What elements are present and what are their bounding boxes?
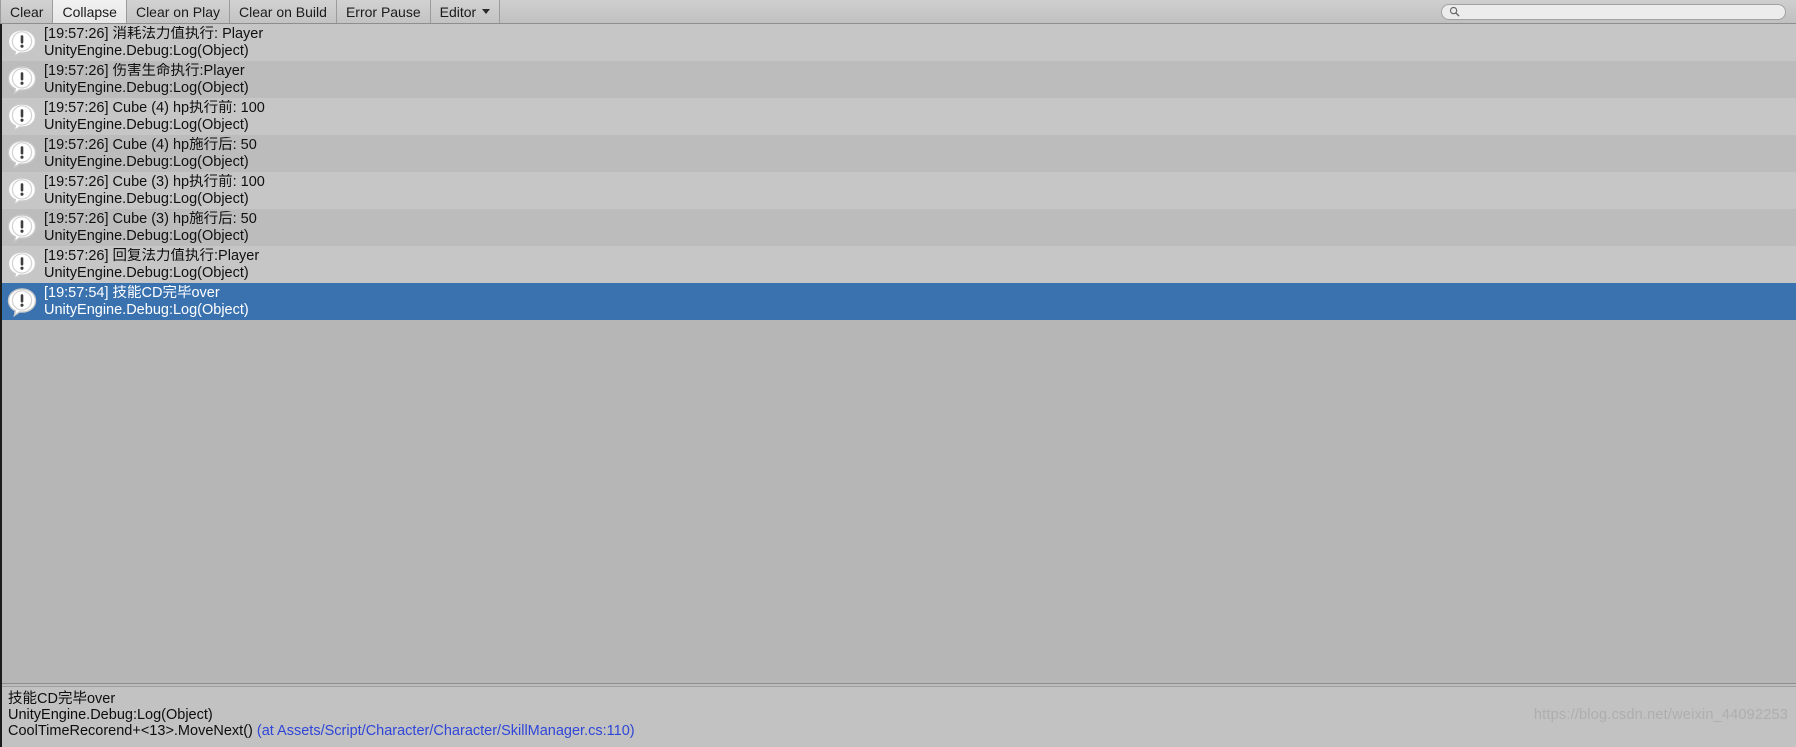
clear-on-build-toggle[interactable]: Clear on Build: [230, 0, 337, 23]
chevron-down-icon: [482, 9, 491, 14]
log-entry-stack: UnityEngine.Debug:Log(Object): [44, 79, 249, 96]
log-entry-row[interactable]: [19:57:26] 消耗法力值执行: Player UnityEngine.De…: [2, 24, 1796, 61]
clear-button-label: Clear: [10, 3, 44, 20]
log-entry-text: [19:57:26] Cube (3) hp施行后: 50 UnityEngine…: [44, 211, 1796, 245]
log-entry-row[interactable]: [19:57:26] Cube (4) hp执行前: 100 UnityEngin…: [2, 98, 1796, 135]
log-entry-stack: UnityEngine.Debug:Log(Object): [44, 190, 249, 207]
log-message-icon: [7, 139, 37, 169]
log-message-icon: [7, 250, 37, 280]
log-entry-text: [19:57:26] 回复法力值执行:Player UnityEngine.Deb…: [44, 248, 1796, 282]
editor-dropdown[interactable]: Editor: [430, 0, 501, 23]
collapse-toggle-label: Collapse: [62, 3, 117, 20]
log-entry-message: [19:57:26] Cube (4) hp施行后: 50: [44, 136, 257, 153]
log-entry-row[interactable]: [19:57:54] 技能CD完毕over UnityEngine.Debug:L…: [2, 283, 1796, 320]
clear-on-play-toggle-label: Clear on Play: [135, 3, 220, 20]
log-entry-text: [19:57:54] 技能CD完毕over UnityEngine.Debug:L…: [44, 285, 1796, 319]
error-pause-toggle[interactable]: Error Pause: [336, 0, 431, 23]
log-entry-row[interactable]: [19:57:26] Cube (4) hp施行后: 50 UnityEngine…: [2, 135, 1796, 172]
console-toolbar: Clear Collapse Clear on Play Clear on Bu…: [0, 0, 1796, 24]
log-entry-text: [19:57:26] Cube (3) hp执行前: 100 UnityEngin…: [44, 174, 1796, 208]
log-entry-stack: UnityEngine.Debug:Log(Object): [44, 153, 249, 170]
log-entry-message: [19:57:26] Cube (3) hp执行前: 100: [44, 173, 265, 190]
log-entry-message: [19:57:26] 消耗法力值执行: Player: [44, 25, 264, 42]
log-detail-pane[interactable]: 技能CD完毕over UnityEngine.Debug:Log(Object)…: [0, 687, 1796, 747]
error-pause-toggle-label: Error Pause: [345, 3, 421, 20]
log-entry-message: [19:57:26] Cube (4) hp执行前: 100: [44, 99, 265, 116]
detail-message-line: 技能CD完毕over: [8, 691, 116, 707]
log-message-icon: [7, 28, 37, 58]
log-entry-message: [19:57:54] 技能CD完毕over: [44, 284, 220, 301]
log-entry-row[interactable]: [19:57:26] 回复法力值执行:Player UnityEngine.Deb…: [2, 246, 1796, 283]
log-message-icon: [7, 287, 37, 317]
editor-dropdown-label: Editor: [439, 3, 477, 20]
log-entry-stack: UnityEngine.Debug:Log(Object): [44, 42, 249, 59]
log-message-icon: [7, 213, 37, 243]
log-entry-row[interactable]: [19:57:26] Cube (3) hp执行前: 100 UnityEngin…: [2, 172, 1796, 209]
detail-stack-trace-link[interactable]: (at Assets/Script/Character/Character/Sk…: [257, 723, 635, 739]
log-list-empty-area[interactable]: [0, 620, 1796, 683]
log-entry-message: [19:57:26] 伤害生命执行:Player: [44, 62, 245, 79]
log-entry-text: [19:57:26] Cube (4) hp执行前: 100 UnityEngin…: [44, 100, 1796, 134]
log-entry-stack: UnityEngine.Debug:Log(Object): [44, 227, 249, 244]
clear-button[interactable]: Clear: [0, 0, 54, 23]
clear-on-build-toggle-label: Clear on Build: [239, 3, 327, 20]
clear-on-play-toggle[interactable]: Clear on Play: [126, 0, 230, 23]
detail-stack-line: UnityEngine.Debug:Log(Object): [8, 707, 213, 723]
log-entry-list[interactable]: [19:57:26] 消耗法力值执行: Player UnityEngine.De…: [0, 24, 1796, 620]
log-entry-text: [19:57:26] 伤害生命执行:Player UnityEngine.Debu…: [44, 63, 1796, 97]
search-icon: [1449, 6, 1460, 17]
search-container: [1435, 0, 1796, 23]
log-entry-message: [19:57:26] Cube (3) hp施行后: 50: [44, 210, 257, 227]
log-entry-row[interactable]: [19:57:26] 伤害生命执行:Player UnityEngine.Debu…: [2, 61, 1796, 98]
log-message-icon: [7, 102, 37, 132]
detail-stack-trace-method: CoolTimeRecorend+<13>.MoveNext(): [8, 723, 257, 739]
log-entry-row[interactable]: [19:57:26] Cube (3) hp施行后: 50 UnityEngine…: [2, 209, 1796, 246]
log-message-icon: [7, 65, 37, 95]
log-entry-stack: UnityEngine.Debug:Log(Object): [44, 264, 249, 281]
log-entry-stack: UnityEngine.Debug:Log(Object): [44, 301, 249, 318]
log-message-icon: [7, 176, 37, 206]
detail-stack-trace-line: CoolTimeRecorend+<13>.MoveNext() (at Ass…: [8, 723, 1796, 739]
unity-console-window: Clear Collapse Clear on Play Clear on Bu…: [0, 0, 1796, 747]
collapse-toggle[interactable]: Collapse: [53, 0, 127, 23]
log-entry-stack: UnityEngine.Debug:Log(Object): [44, 116, 249, 133]
search-field[interactable]: [1441, 3, 1786, 20]
log-entry-message: [19:57:26] 回复法力值执行:Player: [44, 247, 260, 264]
log-entry-text: [19:57:26] 消耗法力值执行: Player UnityEngine.De…: [44, 26, 1796, 60]
log-entry-text: [19:57:26] Cube (4) hp施行后: 50 UnityEngine…: [44, 137, 1796, 171]
search-input[interactable]: [1460, 5, 1785, 18]
